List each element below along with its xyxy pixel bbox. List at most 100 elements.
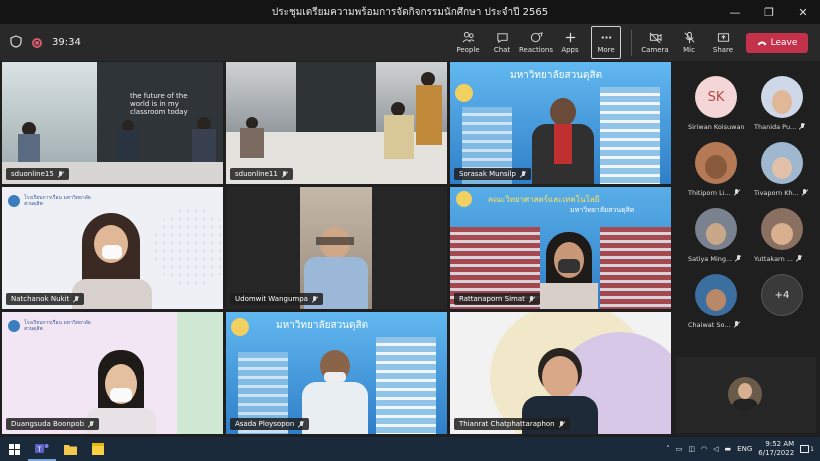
toolbar-divider — [631, 29, 632, 56]
start-button[interactable] — [0, 437, 28, 461]
mic-button[interactable]: Mic — [672, 26, 706, 59]
self-view-tile[interactable] — [676, 357, 816, 433]
mic-off-icon — [298, 420, 304, 428]
reactions-label: Reactions — [518, 46, 554, 54]
room-scene — [226, 62, 447, 184]
more-icon — [601, 36, 611, 39]
volume-icon[interactable]: ◁ — [713, 445, 718, 453]
maximize-button[interactable]: ❐ — [752, 0, 786, 24]
background-banner-subtext: มหาวิทยาลัยสวนดุสิต — [570, 206, 635, 214]
participant-avatar-item[interactable]: Satiya Ming... — [688, 208, 748, 274]
chevron-up-icon[interactable]: ˄ — [666, 445, 670, 453]
wifi-icon[interactable]: ◠ — [701, 445, 707, 453]
battery-icon[interactable]: ▬ — [725, 445, 732, 453]
school-logo-text: โรงเรียนการเรือน มหาวิทยาลัยสวนดุสิต — [24, 195, 91, 207]
participant-nameplate: Thianrat Chatphattaraphon — [454, 418, 570, 430]
mic-off-icon — [282, 170, 288, 178]
more-label: More — [597, 46, 615, 54]
window-title: ประชุมเตรียมความพร้อมการจัดกิจกรรมนักศึก… — [271, 6, 549, 18]
faculty-background: คณะวิทยาศาสตร์และเทคโนโลยี มหาวิทยาลัยสว… — [450, 187, 671, 309]
video-tile[interactable]: Udomwit Wangumpa — [226, 187, 447, 309]
leave-button[interactable]: Leave — [746, 32, 808, 53]
participant-avatar-item[interactable]: Tivaporn Kh... — [754, 142, 814, 208]
avatar — [761, 208, 803, 250]
participant-name: Rattanaporn Simat — [459, 295, 525, 303]
close-button[interactable]: ✕ — [786, 0, 820, 24]
participant-nameplate: Sorasak Munsilp — [454, 168, 532, 180]
participant-avatar-item[interactable]: Thitiporn Li... — [688, 142, 748, 208]
room-scene: the future of the world is in my classro… — [2, 62, 223, 184]
participant-nameplate: sduonline11 — [230, 168, 293, 180]
video-tile[interactable]: sduonline11 — [226, 62, 447, 184]
school-logo-text: โรงเรียนการเรือน มหาวิทยาลัยสวนดุสิต — [24, 320, 91, 332]
mic-off-icon — [73, 295, 79, 303]
participant-name: Udomwit Wangumpa — [235, 295, 308, 303]
svg-text:T: T — [37, 446, 42, 453]
mic-off-icon — [799, 123, 805, 130]
shield-icon — [10, 33, 22, 52]
share-label: Share — [712, 46, 734, 54]
background-banner-text: มหาวิทยาลัยสวนดุสิต — [510, 70, 603, 81]
clock[interactable]: 9:52 AM 6/17/2022 — [758, 440, 794, 458]
apps-button[interactable]: Apps — [553, 26, 587, 59]
participant-name: Chaiwat So... — [688, 321, 731, 329]
apps-label: Apps — [561, 46, 579, 54]
camera-button[interactable]: Camera — [638, 26, 672, 59]
camera-icon[interactable]: ▭ — [676, 445, 683, 453]
mic-off-icon — [735, 255, 741, 262]
windows-taskbar: T ˄ ▭ ◫ ◠ ◁ ▬ ENG 9:52 AM 6/17/2022 1 — [0, 437, 820, 461]
phone-hangup-icon — [757, 41, 767, 45]
participant-name: Sorasak Munsilp — [459, 170, 517, 178]
people-button[interactable]: People — [451, 26, 485, 59]
window-controls: — ❐ ✕ — [718, 0, 820, 24]
mic-off-icon — [796, 255, 802, 262]
video-tile[interactable]: โรงเรียนการเรือน มหาวิทยาลัยสวนดุสิต Dua… — [2, 312, 223, 434]
input-language[interactable]: ENG — [737, 445, 752, 453]
chat-button[interactable]: Chat — [485, 26, 519, 59]
avatar — [695, 274, 737, 316]
participant-avatar-item[interactable]: Chaiwat So... — [688, 274, 748, 340]
avatar — [761, 76, 803, 118]
participant-avatar-item[interactable]: Yuttakarn ... — [754, 208, 814, 274]
participant-name: Yuttakarn ... — [754, 255, 793, 263]
notification-button[interactable]: 1 — [800, 444, 814, 454]
taskbar-teams[interactable]: T — [28, 437, 56, 461]
video-grid: the future of the world is in my classro… — [2, 62, 671, 435]
video-tile[interactable]: มหาวิทยาลัยสวนดุสิต Asada Ploysopon — [226, 312, 447, 434]
participant-name: Asada Ploysopon — [235, 420, 295, 428]
leave-label: Leave — [770, 37, 798, 48]
participant-name: Thitiporn Li... — [688, 189, 731, 197]
mic-off-icon — [559, 420, 565, 428]
taskbar-file-explorer[interactable] — [56, 437, 84, 461]
meeting-toolbar: 39:34 People Chat Reactions Apps More Ca… — [0, 24, 820, 61]
participant-nameplate: sduonline15 — [6, 168, 69, 180]
title-bar: ประชุมเตรียมความพร้อมการจัดกิจกรรมนักศึก… — [0, 0, 820, 24]
more-button[interactable]: More — [591, 26, 621, 59]
people-icon — [462, 31, 474, 43]
clock-date: 6/17/2022 — [758, 449, 795, 457]
participant-nameplate: Duangsuda Boonpob — [6, 418, 100, 430]
participant-name: Thianrat Chatphattaraphon — [459, 420, 555, 428]
video-tile[interactable]: โรงเรียนการเรือน มหาวิทยาลัยสวนดุสิต Nat… — [2, 187, 223, 309]
participant-avatar-item[interactable]: SK Siriwan Koisuwan — [688, 76, 748, 142]
teams-tray-icon[interactable]: ◫ — [688, 445, 695, 453]
more-participants-button[interactable]: +4 — [754, 274, 814, 340]
recording-indicator-icon — [32, 37, 42, 48]
minimize-button[interactable]: — — [718, 0, 752, 24]
video-tile[interactable]: มหาวิทยาลัยสวนดุสิต Sorasak Munsilp — [450, 62, 671, 184]
mic-off-icon — [802, 189, 808, 196]
participant-avatar-item[interactable]: Thanida Pu... — [754, 76, 814, 142]
school-background: โรงเรียนการเรือน มหาวิทยาลัยสวนดุสิต — [2, 187, 223, 309]
mic-off-icon — [312, 295, 318, 303]
video-tile[interactable]: the future of the world is in my classro… — [2, 62, 223, 184]
background-banner-text: มหาวิทยาลัยสวนดุสิต — [276, 320, 369, 331]
share-button[interactable]: Share — [706, 26, 740, 59]
video-tile[interactable]: Thianrat Chatphattaraphon — [450, 312, 671, 434]
participant-name: Duangsuda Boonpob — [11, 420, 85, 428]
mic-off-icon — [529, 295, 535, 303]
video-tile[interactable]: คณะวิทยาศาสตร์และเทคโนโลยี มหาวิทยาลัยสว… — [450, 187, 671, 309]
taskbar-sticky-notes[interactable] — [84, 437, 112, 461]
notification-count: 1 — [810, 445, 814, 453]
reactions-button[interactable]: Reactions — [519, 26, 553, 59]
camera-label: Camera — [641, 46, 669, 54]
